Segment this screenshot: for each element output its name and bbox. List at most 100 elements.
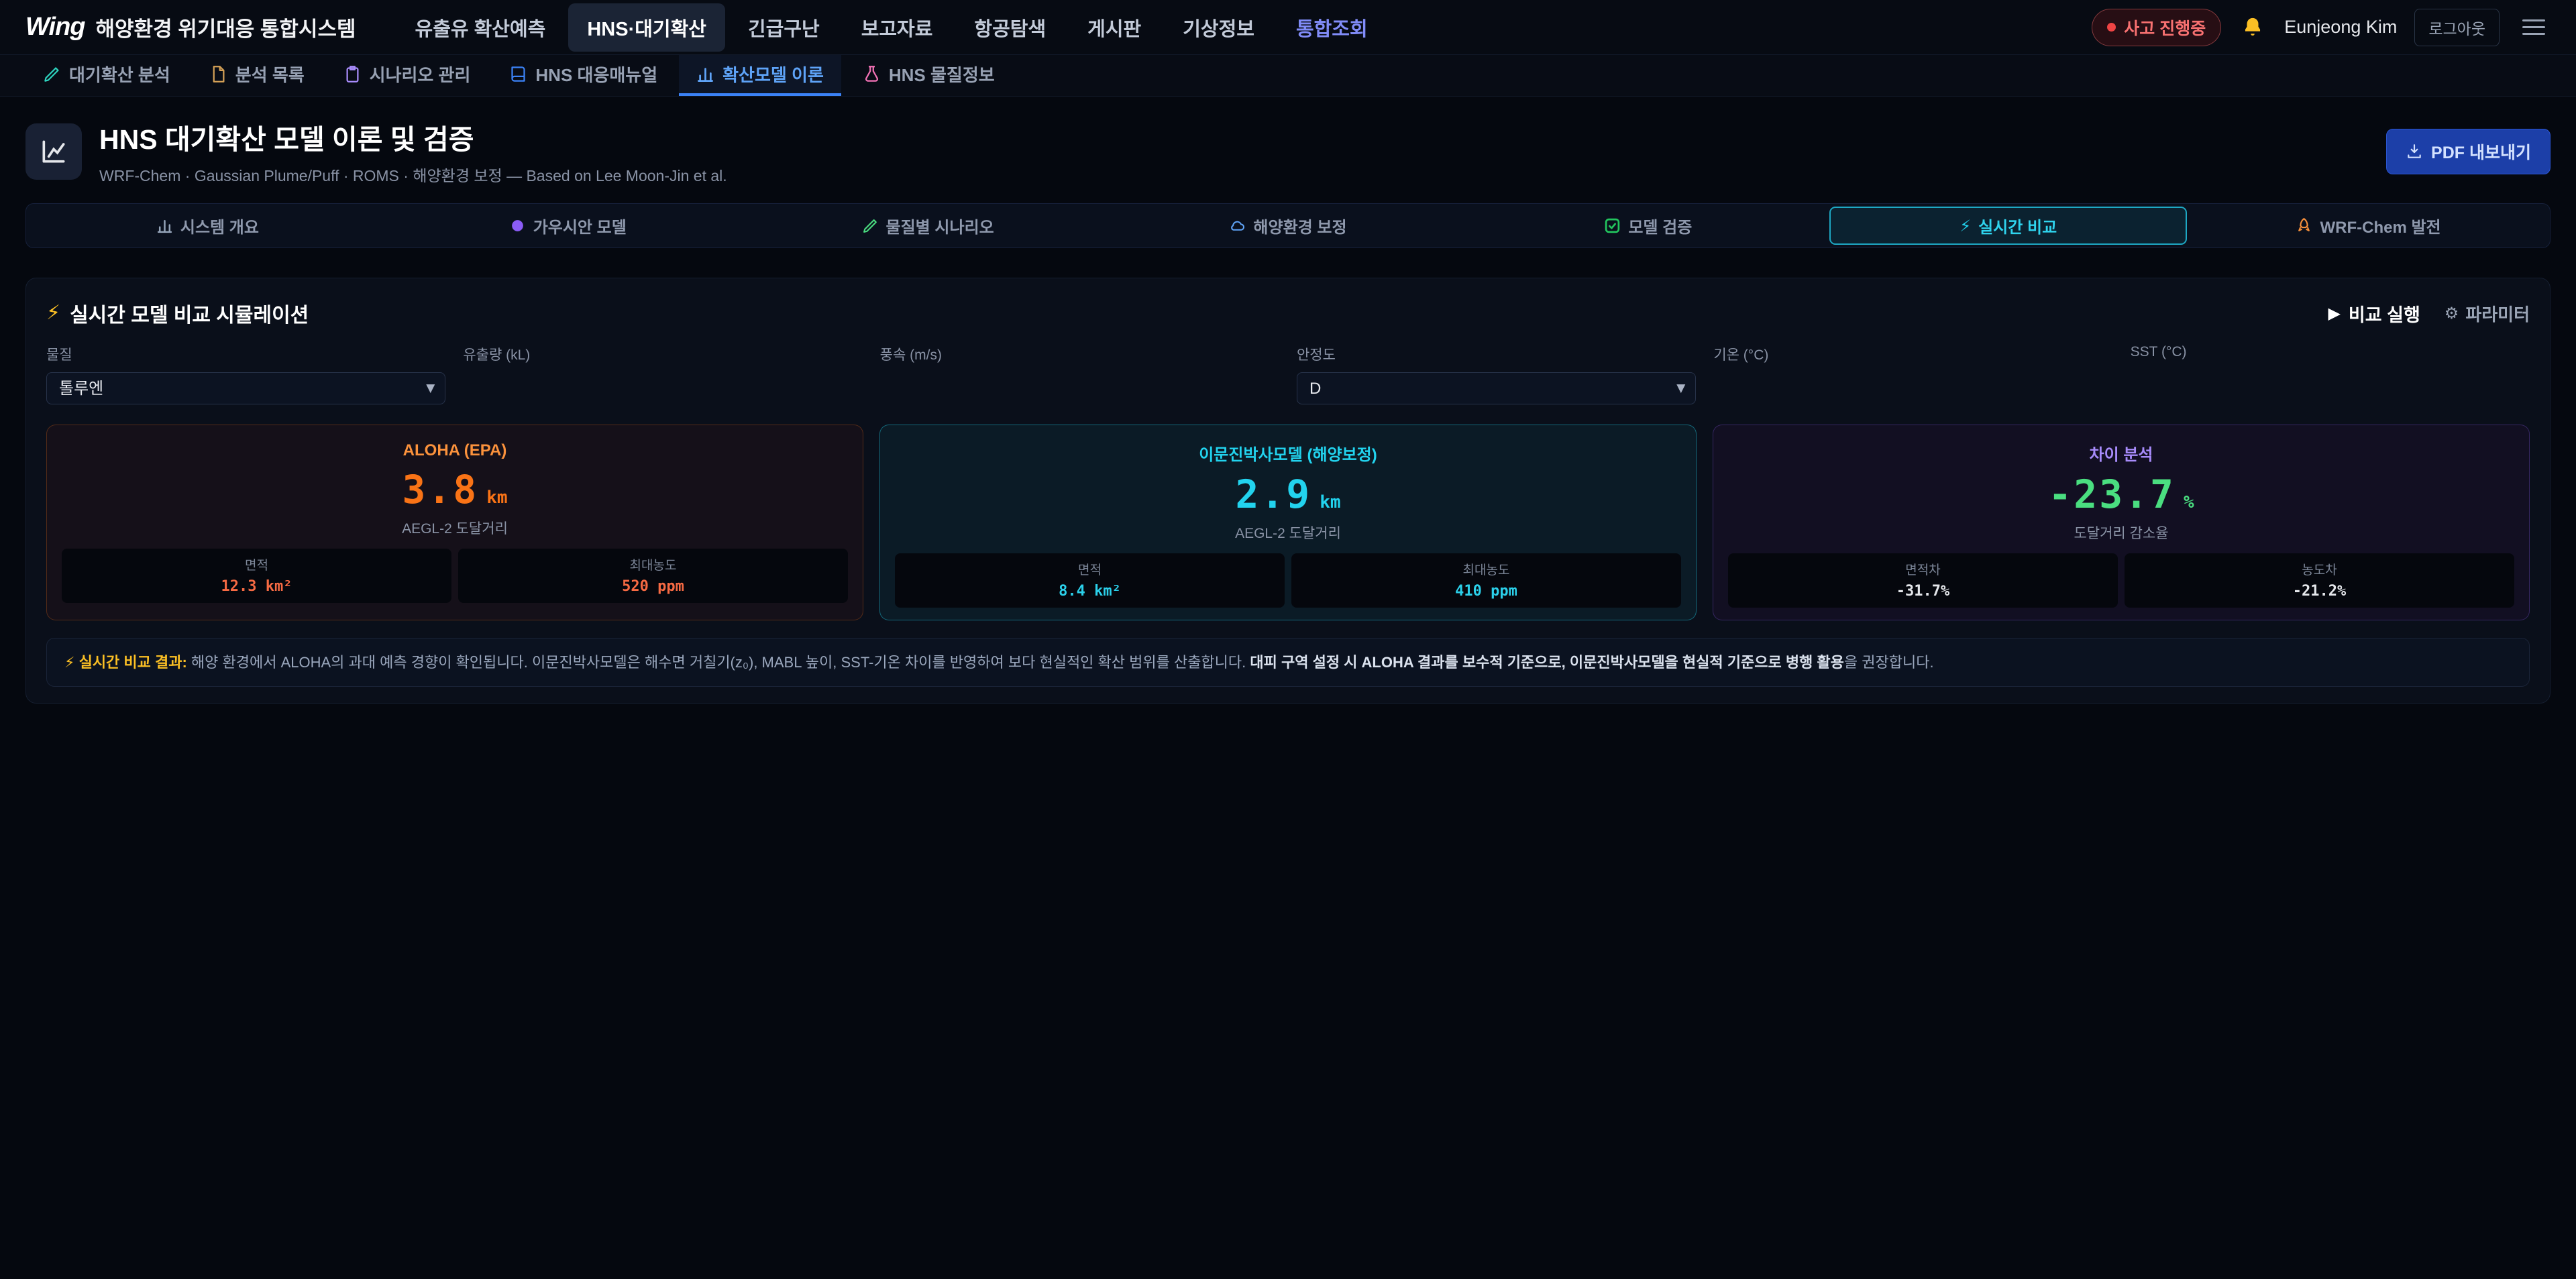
result-unit: %: [2184, 492, 2194, 512]
stat-value: -21.2%: [2130, 583, 2509, 600]
result-card-lee-model: 이문진박사모델 (해양보정) 2.9 km AEGL-2 도달거리 면적 8.4…: [879, 425, 1697, 620]
page-header-icon-box: [25, 123, 82, 180]
circle-icon: [509, 217, 526, 234]
bolt-icon: ⚡: [46, 303, 60, 323]
stability-field: 안정도 D ▼: [1297, 344, 1696, 404]
subtab-label: 분석 목록: [235, 62, 305, 87]
page-header: HNS 대기확산 모델 이론 및 검증 WRF-Chem · Gaussian …: [0, 97, 2576, 198]
nav-item-oil-spill[interactable]: 유출유 확산예측: [396, 3, 565, 52]
subtab-label: HNS 물질정보: [889, 62, 995, 87]
comparison-results: ALOHA (EPA) 3.8 km AEGL-2 도달거리 면적 12.3 k…: [44, 425, 2532, 620]
stat-value: 12.3 km²: [67, 578, 446, 595]
subtab-hns-substance-info[interactable]: HNS 물질정보: [845, 55, 1012, 96]
stat-label: 면적: [900, 560, 1279, 578]
simulation-actions: ▶ 비교 실행 ⚙ 파라미터: [2328, 300, 2530, 327]
cloud-icon: [1229, 217, 1246, 234]
result-stats: 면적차 -31.7% 농도차 -21.2%: [1728, 553, 2514, 608]
pdf-export-button[interactable]: PDF 내보내기: [2386, 129, 2551, 174]
parameters-label: 파라미터: [2465, 301, 2530, 326]
result-card-aloha: ALOHA (EPA) 3.8 km AEGL-2 도달거리 면적 12.3 k…: [46, 425, 863, 620]
note-strong: 대피 구역 설정 시 ALOHA 결과를 보수적 기준으로, 이문진박사모델을 …: [1250, 654, 1844, 671]
gear-icon: ⚙: [2445, 305, 2459, 321]
play-icon: ▶: [2328, 305, 2340, 321]
simulation-header: ⚡ 실시간 모델 비교 시뮬레이션 ▶ 비교 실행 ⚙ 파라미터: [44, 296, 2532, 344]
tab-gaussian-model[interactable]: 가우시안 모델: [389, 207, 747, 245]
subtab-hns-manual[interactable]: HNS 대응매뉴얼: [492, 55, 675, 96]
nav-item-reports[interactable]: 보고자료: [843, 3, 952, 52]
document-icon: [209, 65, 227, 83]
page-header-titles: HNS 대기확산 모델 이론 및 검증 WRF-Chem · Gaussian …: [99, 117, 727, 186]
sst-input[interactable]: [2131, 368, 2530, 400]
tab-realtime-comparison[interactable]: ⚡ 실시간 비교: [1829, 207, 2187, 245]
bolt-icon: ⚡: [64, 655, 74, 671]
subtab-atmos-analysis[interactable]: 대기확산 분석: [25, 55, 188, 96]
subtab-label: 대기확산 분석: [69, 62, 170, 87]
tab-wrf-chem-evolution[interactable]: WRF-Chem 발전: [2190, 207, 2547, 245]
chart-icon: [39, 137, 68, 166]
tab-model-validation[interactable]: 모델 검증: [1469, 207, 1827, 245]
bolt-icon: ⚡: [1960, 218, 1971, 234]
stat-label: 최대농도: [464, 555, 843, 573]
top-bar: Wing 해양환경 위기대응 통합시스템 유출유 확산예측 HNS·대기확산 긴…: [0, 0, 2576, 55]
stat-label: 농도차: [2130, 560, 2509, 578]
page-title: HNS 대기확산 모델 이론 및 검증: [99, 117, 727, 157]
tab-label: 해양환경 보정: [1253, 214, 1346, 237]
run-comparison-button[interactable]: ▶ 비교 실행: [2328, 300, 2420, 327]
pencil-icon: [43, 65, 61, 83]
subtab-label: HNS 대응매뉴얼: [535, 62, 657, 87]
air-temp-input[interactable]: [1713, 372, 2112, 404]
notification-bell-button[interactable]: [2239, 13, 2267, 42]
nav-item-aerial-search[interactable]: 항공탐색: [955, 3, 1065, 52]
result-card-title: ALOHA (EPA): [62, 441, 848, 460]
result-value: -23.7: [2048, 471, 2176, 517]
result-card-difference: 차이 분석 -23.7 % 도달거리 감소율 면적차 -31.7% 농도차 -2…: [1713, 425, 2530, 620]
spill-amount-label: 유출량 (kL): [463, 344, 862, 364]
nav-item-rescue[interactable]: 긴급구난: [729, 3, 839, 52]
app-logo-mark: Wing: [25, 13, 85, 42]
material-field: 물질 톨루엔 ▼: [46, 344, 445, 404]
material-select[interactable]: 톨루엔: [46, 372, 445, 404]
result-value-line: 2.9 km: [895, 471, 1681, 517]
tab-label: 가우시안 모델: [533, 214, 627, 237]
subtab-analysis-list[interactable]: 분석 목록: [192, 55, 322, 96]
parameters-button[interactable]: ⚙ 파라미터: [2445, 301, 2530, 326]
result-stats: 면적 12.3 km² 최대농도 520 ppm: [62, 549, 848, 603]
result-card-title: 차이 분석: [1728, 441, 2514, 465]
app-logo[interactable]: Wing 해양환경 위기대응 통합시스템: [25, 12, 356, 42]
nav-item-weather[interactable]: 기상정보: [1164, 3, 1273, 52]
section-tabs: 시스템 개요 가우시안 모델 물질별 시나리오 해양환경 보정 모델 검증 ⚡ …: [25, 203, 2551, 248]
stat-area: 면적 8.4 km²: [895, 553, 1285, 608]
note-lead: 실시간 비교 결과:: [79, 654, 187, 671]
tab-label: 물질별 시나리오: [886, 214, 994, 237]
note-body: 해양 환경에서 ALOHA의 과대 예측 경향이 확인됩니다. 이문진박사모델은…: [187, 654, 1250, 671]
incident-status-label: 사고 진행중: [2124, 15, 2206, 40]
subtab-scenario-management[interactable]: 시나리오 관리: [326, 55, 488, 96]
sst-field: SST (°C): [2131, 344, 2530, 404]
stat-value: -31.7%: [1733, 583, 2112, 600]
nav-item-hns-atmos[interactable]: HNS·대기확산: [568, 3, 725, 52]
stat-concentration-difference: 농도차 -21.2%: [2125, 553, 2514, 608]
app-logo-text: 해양환경 위기대응 통합시스템: [96, 12, 356, 42]
nav-item-integrated-search[interactable]: 통합조회: [1277, 3, 1387, 52]
air-temp-field: 기온 (°C): [1713, 344, 2112, 404]
spill-amount-input[interactable]: [463, 372, 862, 404]
tab-substance-scenarios[interactable]: 물질별 시나리오: [749, 207, 1107, 245]
wind-speed-input[interactable]: [880, 372, 1279, 404]
result-unit: km: [486, 488, 507, 508]
simulation-title: 실시간 모델 비교 시뮬레이션: [70, 298, 309, 328]
stat-label: 최대농도: [1297, 560, 1676, 578]
tab-label: 실시간 비교: [1978, 214, 2057, 237]
nav-item-board[interactable]: 게시판: [1069, 3, 1160, 52]
tab-system-overview[interactable]: 시스템 개요: [29, 207, 386, 245]
stat-max-concentration: 최대농도 410 ppm: [1291, 553, 1681, 608]
stability-select[interactable]: D: [1297, 372, 1696, 404]
bar-chart-icon: [696, 65, 714, 83]
tab-marine-correction[interactable]: 해양환경 보정: [1110, 207, 1467, 245]
result-card-title: 이문진박사모델 (해양보정): [895, 441, 1681, 465]
incident-status-badge[interactable]: 사고 진행중: [2092, 9, 2221, 46]
material-label: 물질: [46, 344, 445, 364]
logout-button[interactable]: 로그아웃: [2414, 9, 2500, 46]
stat-value: 410 ppm: [1297, 583, 1676, 600]
subtab-diffusion-model-theory[interactable]: 확산모델 이론: [679, 55, 841, 96]
hamburger-menu-icon[interactable]: [2517, 14, 2551, 40]
